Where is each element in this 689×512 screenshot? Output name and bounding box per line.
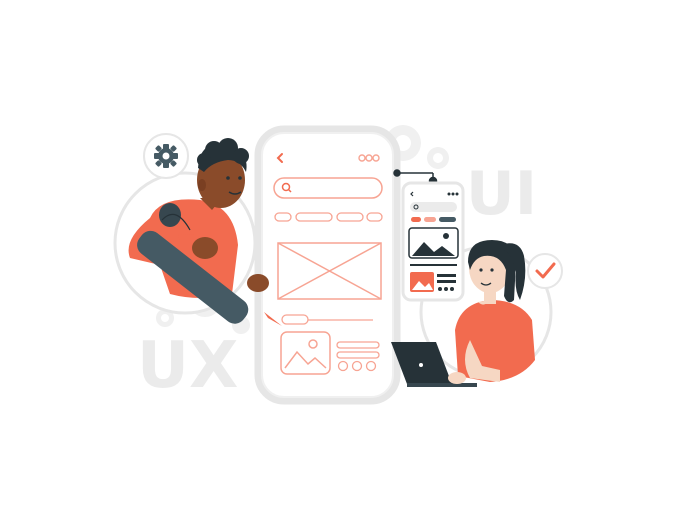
small-phone-wireframe	[401, 181, 465, 302]
large-phone-wireframe	[254, 125, 401, 405]
search-bar-wireframe	[273, 177, 383, 199]
gear-icon	[154, 144, 178, 168]
ui-letters: UI	[466, 159, 537, 229]
checkmark-bubble	[527, 253, 563, 289]
ux-letters: UX	[137, 329, 238, 403]
gear-bubble	[143, 133, 189, 179]
image-card-dark	[408, 227, 459, 259]
ui-ux-illustration: UI UX	[113, 125, 563, 405]
